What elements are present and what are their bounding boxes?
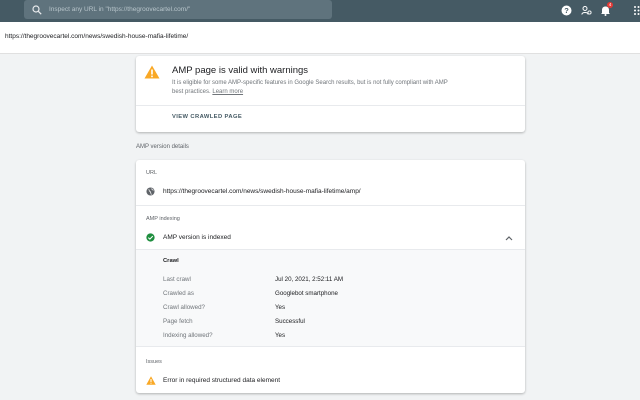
inspected-url: https://thegroovecartel.com/news/swedish…: [5, 33, 189, 40]
chevron-up-icon[interactable]: [505, 235, 513, 241]
status-card: AMP page is valid with warnings It is el…: [136, 56, 525, 132]
amp-indexing-label: AMP indexing: [146, 216, 180, 222]
amp-url[interactable]: https://thegroovecartel.com/news/swedish…: [163, 188, 361, 195]
check-circle-icon: [146, 233, 155, 242]
amp-details-card: URL https://thegroovecartel.com/news/swe…: [136, 160, 525, 393]
manage-users-icon[interactable]: [581, 5, 592, 16]
top-bar: Inspect any URL in "https://thegroovecar…: [0, 0, 640, 22]
divider: [136, 105, 525, 106]
last-crawl-value: Jul 20, 2021, 2:52:11 AM: [275, 276, 343, 283]
indexing-allowed-value: Yes: [275, 332, 286, 339]
help-icon[interactable]: ?: [561, 5, 572, 16]
crawl-allowed-label: Crawl allowed?: [163, 304, 205, 311]
indexing-allowed-label: Indexing allowed?: [163, 332, 213, 339]
crawled-as-value: Googlebot smartphone: [275, 290, 338, 297]
amp-version-details-heading: AMP version details: [136, 144, 189, 150]
crawled-as-label: Crawled as: [163, 290, 194, 297]
warning-icon: [144, 65, 160, 79]
url-label: URL: [146, 170, 158, 176]
crawl-title: Crawl: [163, 258, 179, 264]
divider: [136, 205, 525, 206]
globe-icon: [146, 187, 155, 196]
warning-icon: [146, 376, 156, 385]
page-fetch-label: Page fetch: [163, 318, 193, 325]
last-crawl-label: Last crawl: [163, 276, 191, 283]
status-description: It is eligible for some AMP-specific fea…: [172, 79, 452, 96]
page-fetch-value: Successful: [275, 318, 305, 325]
svg-text:?: ?: [564, 6, 569, 15]
search-icon: [32, 4, 42, 15]
learn-more-link[interactable]: Learn more: [212, 89, 243, 95]
inspected-url-bar: https://thegroovecartel.com/news/swedish…: [0, 22, 640, 54]
amp-indexing-status: AMP version is indexed: [163, 234, 231, 241]
issue-item[interactable]: Error in required structured data elemen…: [163, 377, 280, 384]
inspect-url-search[interactable]: Inspect any URL in "https://thegroovecar…: [24, 0, 332, 19]
crawl-allowed-value: Yes: [275, 304, 286, 311]
apps-grid-icon[interactable]: [633, 5, 640, 16]
status-title: AMP page is valid with warnings: [172, 65, 309, 76]
issues-label: Issues: [146, 359, 162, 365]
crawl-details-panel: Crawl Last crawl Jul 20, 2021, 2:52:11 A…: [136, 249, 525, 347]
notification-badge: 4: [607, 2, 613, 8]
view-crawled-page-button[interactable]: VIEW CRAWLED PAGE: [172, 114, 242, 120]
search-input[interactable]: Inspect any URL in "https://thegroovecar…: [49, 6, 190, 13]
